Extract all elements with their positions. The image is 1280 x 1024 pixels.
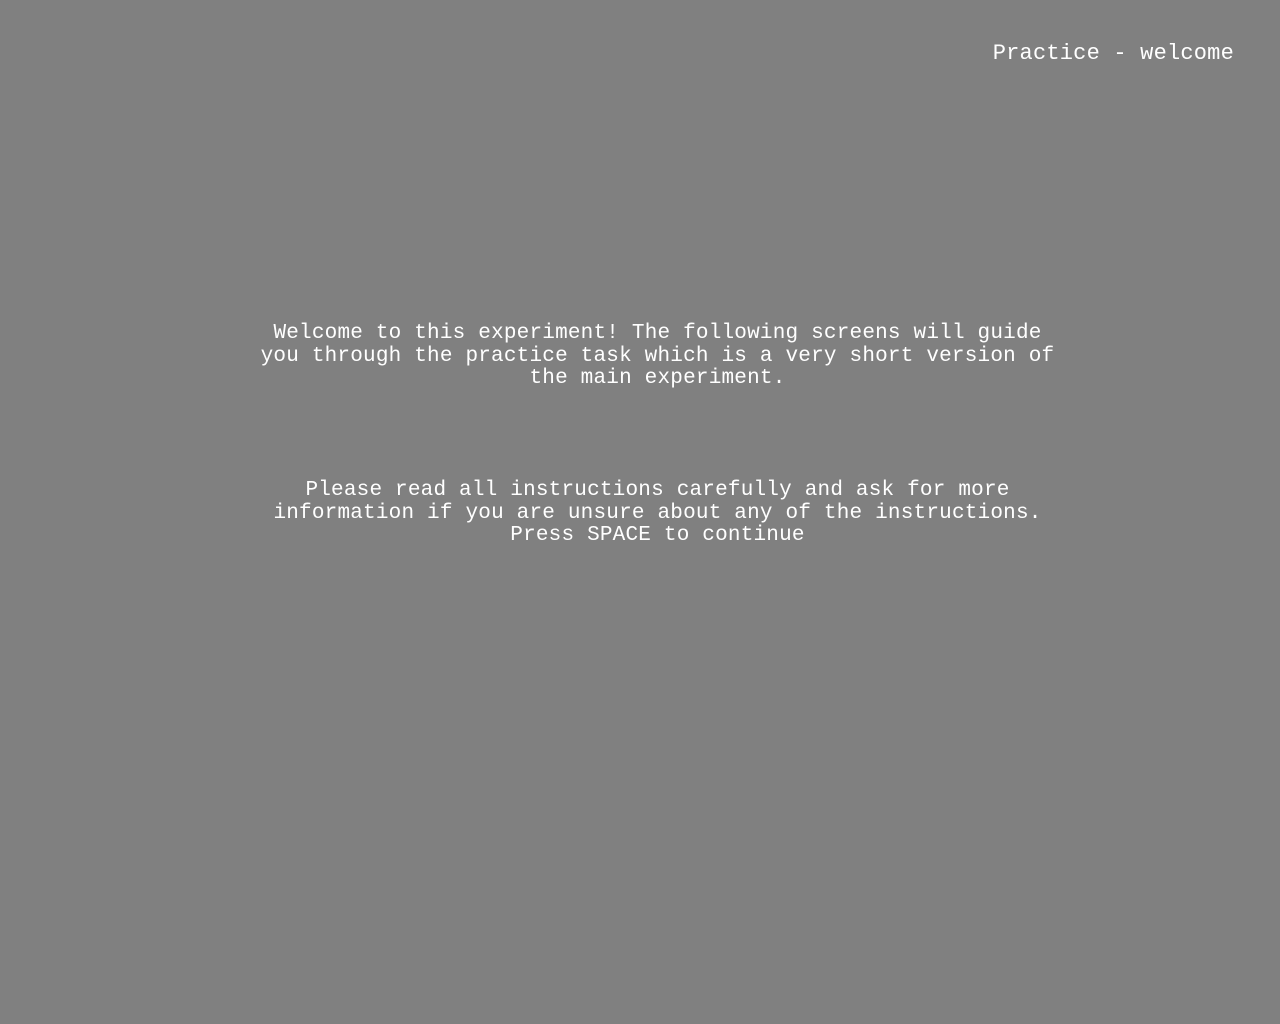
experiment-screen: Practice - welcome Welcome to this exper… <box>0 0 1280 1024</box>
welcome-message: Welcome to this experiment! The followin… <box>260 322 1055 390</box>
phase-label: Practice - welcome <box>992 41 1234 66</box>
instructions-message: Please read all instructions carefully a… <box>273 479 1042 547</box>
